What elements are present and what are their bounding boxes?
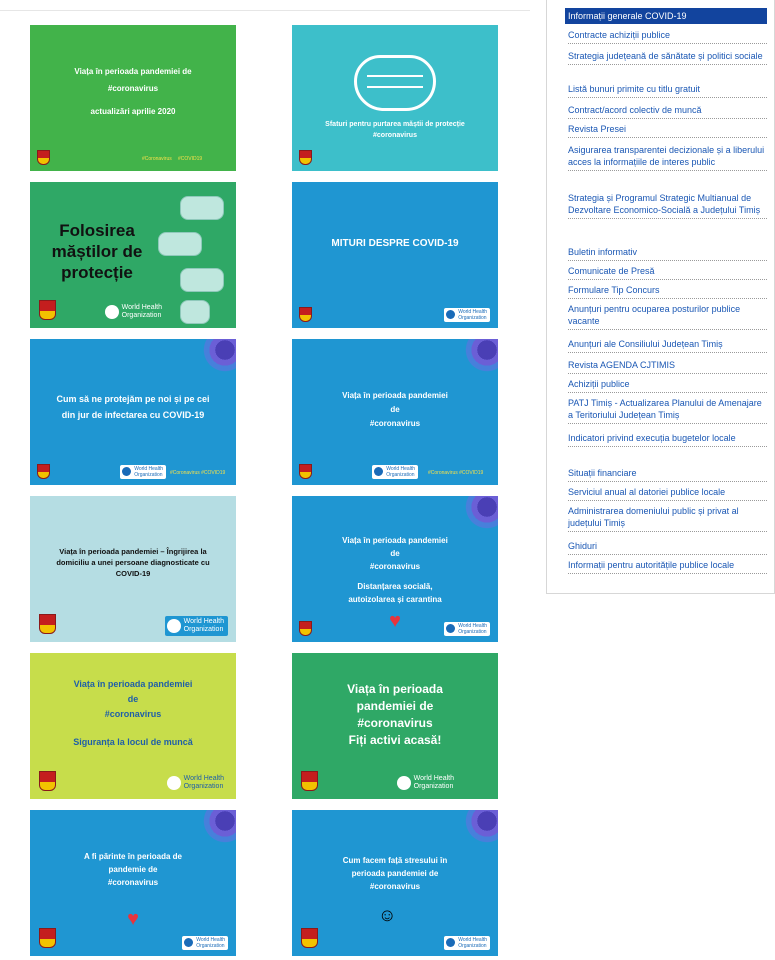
sidebar-item[interactable]: Buletin informativ (568, 246, 767, 261)
virus-icon (464, 496, 498, 530)
who-logo: World Health Organization (182, 936, 228, 950)
poster-subtitle: Siguranța la locul de muncă (73, 737, 193, 747)
poster-title: Viața în perioada pandemiei de #coronavi… (342, 391, 448, 428)
timis-crest-icon (37, 464, 50, 479)
timis-crest-icon (39, 614, 56, 634)
timis-crest-icon (299, 307, 312, 322)
top-divider (0, 10, 530, 11)
sidebar-item[interactable]: Strategia județeană de sănătate și polit… (568, 50, 767, 65)
sidebar-item[interactable]: Strategia și Programul Strategic Multian… (568, 192, 767, 219)
timis-crest-icon (39, 771, 56, 791)
who-logo: World Health Organization (120, 465, 166, 479)
poster-card-stress[interactable]: Cum facem față stresului în perioada pan… (292, 810, 498, 956)
poster-card-workplace-safety[interactable]: Viața în perioada pandemiei de #coronavi… (30, 653, 236, 799)
who-logo: World Health Organization (444, 936, 490, 950)
face-mask-icon (354, 55, 436, 111)
sidebar-item[interactable]: Situații financiare (568, 467, 767, 482)
who-logo: World Health Organization (165, 773, 228, 793)
who-logo: World Health Organization (164, 616, 228, 636)
hashtags: #Coronavirus #COVID19 (170, 470, 226, 476)
poster-title: Viața în perioada pandemiei de #coronavi… (73, 679, 193, 719)
heart-hands-icon: ♥ (127, 908, 139, 930)
who-logo: World Health Organization (395, 773, 458, 793)
timis-crest-icon (301, 771, 318, 791)
face-mask-icon (180, 268, 224, 292)
sidebar-item[interactable]: Contracte achiziții publice (568, 29, 767, 44)
virus-icon (464, 339, 498, 373)
poster-card-life-pandemic[interactable]: Viața în perioada pandemiei de #coronavi… (292, 339, 498, 485)
poster-card-covid-myths[interactable]: MITURI DESPRE COVID-19 World Health Orga… (292, 182, 498, 328)
poster-card-parenting[interactable]: A fi părinte în perioada de pandemie de … (30, 810, 236, 956)
sidebar-item[interactable]: Indicatori privind execuția bugetelor lo… (568, 432, 767, 447)
timis-crest-icon (299, 150, 312, 165)
virus-icon (202, 810, 236, 844)
who-logo: World Health Organization (444, 622, 490, 636)
poster-subtitle: Distanțarea socială, autoizolarea și car… (348, 582, 442, 604)
sidebar-item[interactable]: Anunțuri pentru ocuparea posturilor publ… (568, 303, 767, 330)
poster-title: MITURI DESPRE COVID-19 (331, 238, 459, 249)
heart-hands-icon: ♥ (389, 610, 401, 632)
poster-title: Viața în perioada pandemiei de #coronavi… (74, 67, 192, 93)
who-logo: World Health Organization (444, 308, 490, 322)
sidebar-item[interactable]: Revista AGENDA CJTIMIS (568, 359, 767, 374)
poster-card-social-distancing[interactable]: Viața în perioada pandemiei de #coronavi… (292, 496, 498, 642)
poster-subtitle: actualizări aprilie 2020 (90, 107, 176, 116)
hashtag-covid19: #COVID19 (178, 156, 203, 162)
poster-card-protect-ourselves[interactable]: Cum să ne protejăm pe noi și pe cei din … (30, 339, 236, 485)
sidebar-item[interactable]: Formulare Tip Concurs (568, 284, 767, 299)
poster-title: A fi părinte în perioada de pandemie de … (84, 852, 182, 887)
timis-crest-icon (299, 464, 312, 479)
poster-title: Cum să ne protejăm pe noi și pe cei din … (56, 394, 210, 420)
sidebar-item[interactable]: Informații pentru autoritățile publice l… (568, 559, 767, 574)
face-mask-icon (180, 300, 210, 324)
sidebar-item[interactable]: Revista Presei (568, 123, 767, 138)
timis-crest-icon (39, 928, 56, 948)
sidebar-item[interactable]: Contract/acord colectiv de muncă (568, 104, 767, 119)
poster-title: Sfaturi pentru purtarea măștii de protec… (325, 121, 465, 139)
sidebar-item[interactable]: Achiziții publice (568, 378, 767, 393)
thinking-person-icon: ☺ (378, 905, 397, 925)
virus-icon (464, 810, 498, 844)
hashtags: #Coronavirus #COVID19 (428, 470, 484, 476)
poster-card-mask-usage[interactable]: Folosirea măștilor de protecție World He… (30, 182, 236, 328)
timis-crest-icon (301, 928, 318, 948)
poster-title: Viața în perioada pandemiei de #coronavi… (347, 682, 443, 747)
sidebar-item[interactable]: PATJ Timiș - Actualizarea Planului de Am… (568, 397, 767, 424)
poster-title: Viața în perioada pandemiei – Îngrijirea… (56, 547, 210, 578)
who-logo: World Health Organization (372, 465, 418, 479)
sidebar-item[interactable]: Ghiduri (568, 540, 767, 555)
poster-card-life-pandemic-april[interactable]: Viața în perioada pandemiei de #coronavi… (30, 25, 236, 171)
timis-crest-icon (39, 300, 56, 320)
poster-title: Viața în perioada pandemiei de #coronavi… (342, 536, 448, 571)
sidebar-item[interactable]: Comunicate de Presă (568, 265, 767, 280)
timis-crest-icon (299, 621, 312, 636)
face-mask-icon (180, 196, 224, 220)
poster-card-mask-advice[interactable]: Sfaturi pentru purtarea măștii de protec… (292, 25, 498, 171)
sidebar-item[interactable]: Asigurarea transparentei decizionale și … (568, 144, 767, 171)
poster-title: Cum facem față stresului în perioada pan… (342, 856, 448, 891)
poster-card-stay-active[interactable]: Viața în perioada pandemiei de #coronavi… (292, 653, 498, 799)
poster-card-home-care[interactable]: Viața în perioada pandemiei – Îngrijirea… (30, 496, 236, 642)
virus-icon (202, 339, 236, 373)
hashtag-coronavirus: #Coronavirus (142, 156, 172, 162)
face-mask-icon (158, 232, 202, 256)
poster-title: Folosirea măștilor de protecție (51, 221, 143, 282)
sidebar-item[interactable]: Administrarea domeniului public și priva… (568, 505, 767, 532)
sidebar-item[interactable]: Serviciul anual al datoriei publice loca… (568, 486, 767, 501)
timis-crest-icon (37, 150, 50, 165)
sidebar-item[interactable]: Listă bunuri primite cu titlu gratuit (568, 83, 767, 98)
sidebar-item-covid-info[interactable]: Informații generale COVID-19 (565, 8, 767, 24)
who-logo: World Health Organization (103, 302, 166, 322)
sidebar-item[interactable]: Anunțuri ale Consiliului Județean Timiș (568, 338, 767, 353)
